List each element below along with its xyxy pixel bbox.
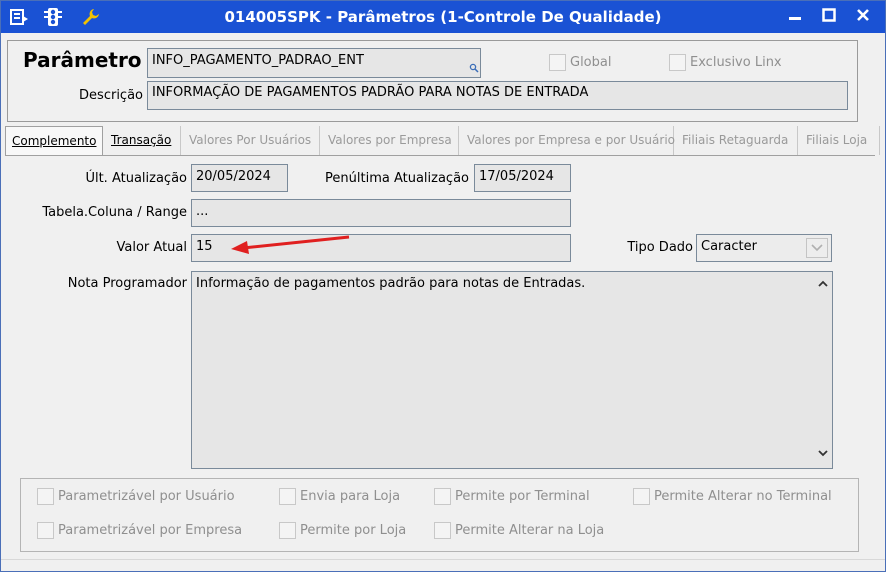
- tabela-coluna-value: ...: [196, 204, 209, 219]
- parametrizavel-usuario-checkbox[interactable]: Parametrizável por Usuário: [37, 488, 235, 505]
- penultima-atualizacao-value: 17/05/2024: [479, 169, 554, 184]
- permite-alterar-loja-label: Permite Alterar na Loja: [455, 523, 605, 538]
- parametrizavel-empresa-checkbox[interactable]: Parametrizável por Empresa: [37, 522, 242, 539]
- permite-terminal-checkbox[interactable]: Permite por Terminal: [434, 488, 590, 505]
- scroll-down-icon[interactable]: [817, 447, 829, 462]
- annotation-arrow: [231, 235, 350, 254]
- minimize-button[interactable]: [783, 6, 807, 28]
- tab-valores-por-empresa[interactable]: Valores por Empresa: [322, 126, 459, 155]
- parametrizavel-empresa-label: Parametrizável por Empresa: [58, 523, 243, 538]
- maximize-button[interactable]: [817, 6, 841, 28]
- tipo-dado-select[interactable]: Caracter: [696, 234, 832, 262]
- title-bar: 014005SPK - Parâmetros (1-Controle De Qu…: [1, 1, 885, 33]
- descricao-value: INFORMAÇÃO DE PAGAMENTOS PADRÃO PARA NOT…: [152, 85, 589, 100]
- window-title: 014005SPK - Parâmetros (1-Controle De Qu…: [224, 8, 662, 26]
- scroll-up-icon[interactable]: [817, 278, 829, 293]
- tab-valores-por-empresa-e-usuario[interactable]: Valores por Empresa e por Usuário: [461, 126, 675, 155]
- nota-scrollbar[interactable]: [814, 272, 832, 468]
- penultima-atualizacao-label: Penúltima Atualização: [325, 171, 469, 186]
- nota-programador-label: Nota Programador: [67, 276, 187, 291]
- tab-valores-por-usuarios[interactable]: Valores Por Usuários: [183, 126, 320, 155]
- ult-atualizacao-value: 20/05/2024: [196, 169, 271, 184]
- permite-alterar-loja-box[interactable]: [434, 522, 451, 539]
- permite-loja-label: Permite por Loja: [300, 523, 407, 538]
- global-label: Global: [570, 55, 612, 70]
- tabela-coluna-field[interactable]: ...: [191, 199, 571, 227]
- permite-alterar-loja-checkbox[interactable]: Permite Alterar na Loja: [434, 522, 604, 539]
- tipo-dado-label: Tipo Dado: [627, 240, 693, 255]
- tab-bar: Complemento Transação Valores Por Usuári…: [5, 126, 883, 156]
- descricao-label: Descrição: [79, 88, 143, 103]
- tabela-coluna-label: Tabela.Coluna / Range: [42, 205, 187, 220]
- nota-programador-value: Informação de pagamentos padrão para not…: [196, 276, 586, 291]
- parametro-value: INFO_PAGAMENTO_PADRAO_ENT: [152, 53, 364, 68]
- valor-atual-label: Valor Atual: [116, 240, 187, 255]
- search-icon[interactable]: [469, 62, 479, 77]
- parametro-field[interactable]: INFO_PAGAMENTO_PADRAO_ENT: [147, 48, 481, 78]
- parametrizavel-usuario-box[interactable]: [37, 488, 54, 505]
- nota-programador-field[interactable]: Informação de pagamentos padrão para not…: [191, 271, 833, 469]
- parametros-window: 014005SPK - Parâmetros (1-Controle De Qu…: [0, 0, 886, 572]
- permite-loja-checkbox[interactable]: Permite por Loja: [279, 522, 406, 539]
- tab-filiais-retaguarda[interactable]: Filiais Retaguarda: [676, 126, 798, 155]
- permite-terminal-label: Permite por Terminal: [455, 489, 590, 504]
- envia-loja-label: Envia para Loja: [300, 489, 401, 504]
- tab-transacao[interactable]: Transação: [105, 126, 181, 155]
- exclusivo-linx-checkbox-box[interactable]: [669, 54, 686, 71]
- tab-filiais-loja[interactable]: Filiais Loja: [800, 126, 880, 155]
- permite-alterar-terminal-checkbox[interactable]: Permite Alterar no Terminal: [633, 488, 832, 505]
- parametrizavel-empresa-box[interactable]: [37, 522, 54, 539]
- descricao-field[interactable]: INFORMAÇÃO DE PAGAMENTOS PADRÃO PARA NOT…: [147, 81, 848, 110]
- ult-atualizacao-field[interactable]: 20/05/2024: [191, 164, 288, 192]
- global-checkbox[interactable]: Global: [549, 54, 611, 71]
- tipo-dado-value: Caracter: [701, 239, 757, 254]
- permite-alterar-terminal-box[interactable]: [633, 488, 650, 505]
- permite-alterar-terminal-label: Permite Alterar no Terminal: [654, 489, 832, 504]
- envia-loja-box[interactable]: [279, 488, 296, 505]
- exclusivo-linx-label: Exclusivo Linx: [690, 55, 782, 70]
- penultima-atualizacao-field[interactable]: 17/05/2024: [474, 164, 571, 192]
- permite-loja-box[interactable]: [279, 522, 296, 539]
- ult-atualizacao-label: Últ. Atualização: [85, 171, 187, 186]
- close-button[interactable]: [851, 6, 875, 28]
- permite-terminal-box[interactable]: [434, 488, 451, 505]
- valor-atual-value: 15: [196, 239, 213, 254]
- status-bar: [1, 559, 885, 571]
- parametrizavel-usuario-label: Parametrizável por Usuário: [58, 489, 235, 504]
- parametro-label: Parâmetro: [23, 48, 142, 72]
- envia-loja-checkbox[interactable]: Envia para Loja: [279, 488, 400, 505]
- chevron-down-icon[interactable]: [806, 238, 828, 258]
- exclusivo-linx-checkbox[interactable]: Exclusivo Linx: [669, 54, 782, 71]
- tab-complemento[interactable]: Complemento: [5, 126, 103, 156]
- global-checkbox-box[interactable]: [549, 54, 566, 71]
